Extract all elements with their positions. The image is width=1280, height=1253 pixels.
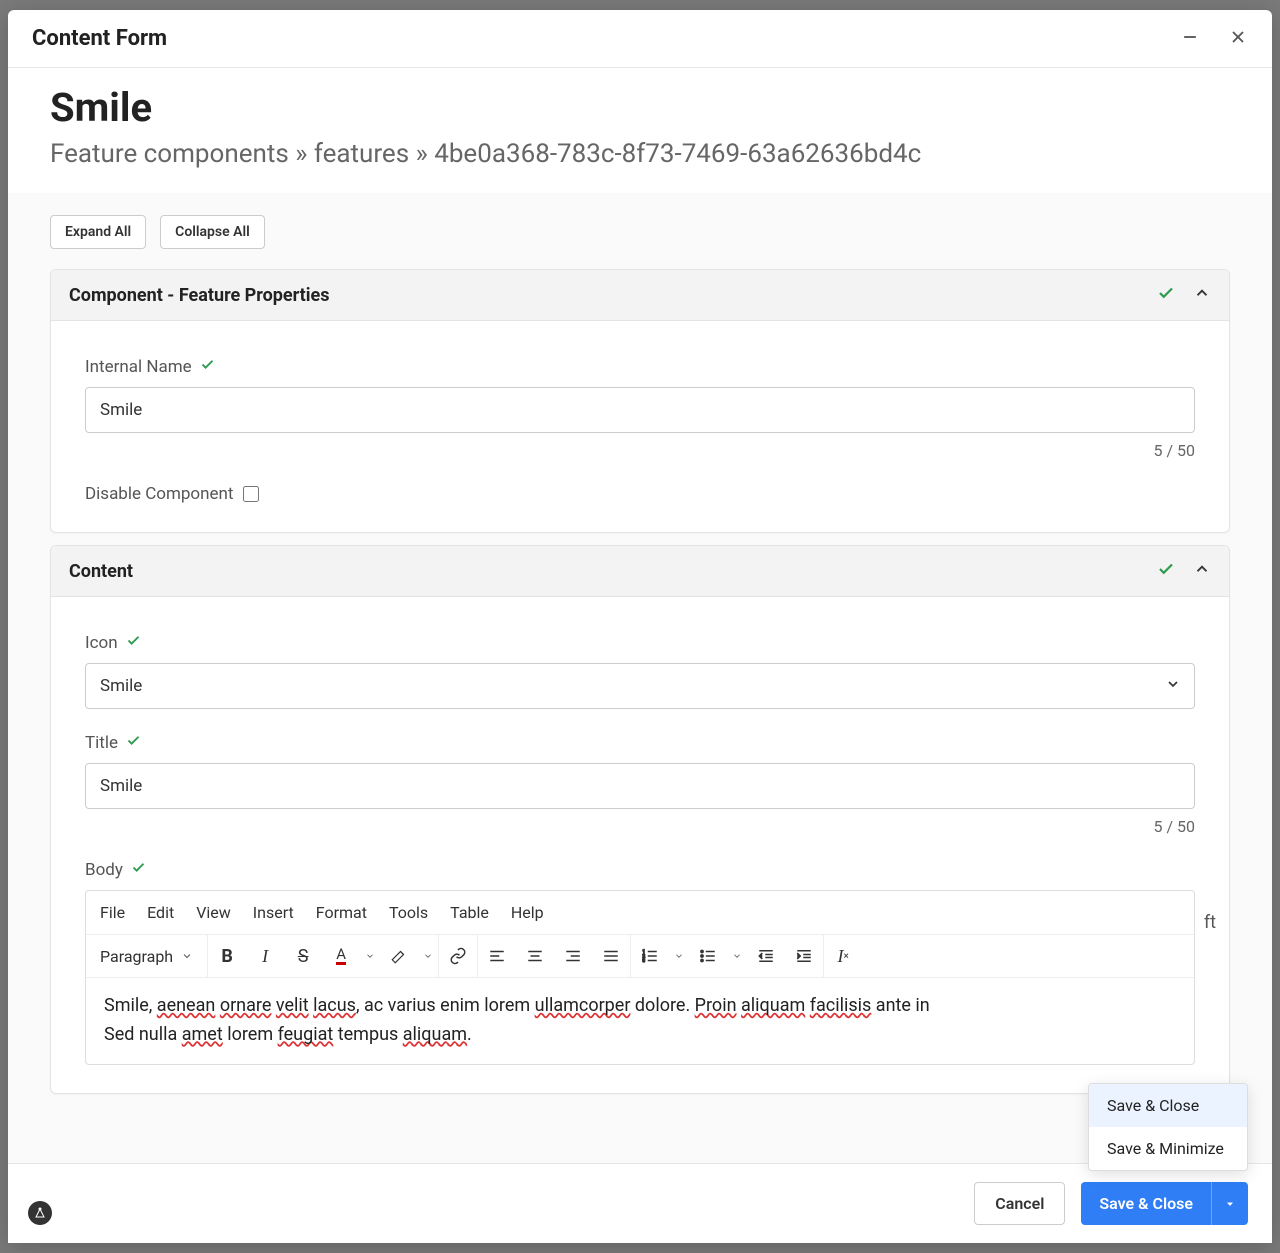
align-right-icon[interactable] (554, 937, 592, 975)
chevron-down-icon[interactable] (727, 937, 747, 975)
clear-formatting-icon[interactable]: I× (824, 937, 862, 975)
breadcrumb: Feature components » features » 4be0a368… (50, 139, 1230, 169)
align-left-icon[interactable] (478, 937, 516, 975)
disable-component-checkbox[interactable] (243, 486, 259, 502)
ft-fragment: ft (1204, 912, 1216, 933)
title-counter: 5 / 50 (85, 817, 1195, 836)
panel-body: Icon Smile Title 5 / 50 (51, 597, 1229, 1093)
menu-help[interactable]: Help (511, 903, 544, 922)
panel-header-content[interactable]: Content (51, 546, 1229, 597)
collapse-all-button[interactable]: Collapse All (160, 215, 265, 249)
expand-collapse-controls: Expand All Collapse All (50, 215, 1230, 249)
internal-name-input[interactable] (85, 387, 1195, 433)
panel-body: Internal Name 5 / 50 Disable Component (51, 321, 1229, 532)
info-icon[interactable] (28, 1201, 52, 1225)
modal-title: Content Form (32, 26, 167, 51)
svg-text:3: 3 (643, 958, 646, 964)
ordered-list-icon[interactable]: 123 (631, 937, 669, 975)
chevron-up-icon[interactable] (1193, 560, 1211, 582)
title-label: Title (85, 733, 1195, 753)
panel-title: Component - Feature Properties (69, 285, 329, 306)
minimize-icon[interactable] (1180, 27, 1200, 51)
check-icon (1157, 284, 1175, 306)
bold-icon[interactable]: B (208, 937, 246, 975)
text-color-icon[interactable]: A (322, 937, 360, 975)
icon-label: Icon (85, 633, 1195, 653)
check-icon (200, 357, 215, 377)
expand-all-button[interactable]: Expand All (50, 215, 146, 249)
highlight-icon[interactable] (380, 937, 418, 975)
chevron-down-icon[interactable] (418, 937, 438, 975)
page-title: Smile (50, 84, 1230, 131)
panel-content: Content Icon Smile (50, 545, 1230, 1094)
indent-icon[interactable] (785, 937, 823, 975)
menu-tools[interactable]: Tools (389, 903, 428, 922)
menu-view[interactable]: View (196, 903, 231, 922)
panel-header-properties[interactable]: Component - Feature Properties (51, 270, 1229, 321)
save-dropdown-menu: Save & Close Save & Minimize (1088, 1083, 1248, 1171)
close-icon[interactable] (1228, 27, 1248, 51)
save-close-button[interactable]: Save & Close (1081, 1182, 1211, 1225)
content-area[interactable]: Expand All Collapse All Component - Feat… (8, 193, 1272, 1163)
strikethrough-icon[interactable]: S (284, 937, 322, 975)
align-center-icon[interactable] (516, 937, 554, 975)
italic-icon[interactable]: I (246, 937, 284, 975)
body-label: Body (85, 860, 1195, 880)
editor-menubar: File Edit View Insert Format Tools Table… (86, 891, 1194, 935)
menu-format[interactable]: Format (316, 903, 367, 922)
align-justify-icon[interactable] (592, 937, 630, 975)
rich-text-editor: File Edit View Insert Format Tools Table… (85, 890, 1195, 1065)
chevron-down-icon (181, 950, 193, 962)
disable-component-row: Disable Component (85, 484, 1195, 504)
check-icon (126, 633, 141, 653)
save-close-split-button: Save & Close (1081, 1182, 1248, 1225)
menu-insert[interactable]: Insert (253, 903, 294, 922)
dropdown-save-close[interactable]: Save & Close (1089, 1084, 1247, 1127)
disable-component-label: Disable Component (85, 484, 233, 504)
panel-title: Content (69, 561, 133, 582)
outdent-icon[interactable] (747, 937, 785, 975)
internal-name-counter: 5 / 50 (85, 441, 1195, 460)
link-icon[interactable] (439, 937, 477, 975)
content-form-modal: Content Form Smile Feature components » … (8, 10, 1272, 1243)
check-icon (126, 733, 141, 753)
menu-edit[interactable]: Edit (147, 903, 174, 922)
internal-name-label: Internal Name (85, 357, 1195, 377)
editor-body[interactable]: Smile, aenean ornare velit lacus, ac var… (86, 978, 1194, 1064)
check-icon (1157, 560, 1175, 582)
chevron-down-icon[interactable] (669, 937, 689, 975)
cancel-button[interactable]: Cancel (974, 1182, 1065, 1225)
modal-header: Content Form (8, 10, 1272, 68)
menu-file[interactable]: File (100, 903, 125, 922)
check-icon (131, 860, 146, 880)
icon-select[interactable]: Smile (85, 663, 1195, 709)
menu-table[interactable]: Table (450, 903, 489, 922)
chevron-down-icon[interactable] (360, 937, 380, 975)
chevron-up-icon[interactable] (1193, 284, 1211, 306)
title-input[interactable] (85, 763, 1195, 809)
save-dropdown-toggle[interactable] (1211, 1182, 1248, 1225)
block-format-select[interactable]: Paragraph (86, 935, 207, 977)
modal-footer: Cancel Save & Close Save & Close Save & … (8, 1163, 1272, 1243)
window-controls (1180, 27, 1248, 51)
panel-feature-properties: Component - Feature Properties Internal … (50, 269, 1230, 533)
page-heading: Smile Feature components » features » 4b… (8, 68, 1272, 193)
dropdown-save-minimize[interactable]: Save & Minimize (1089, 1127, 1247, 1170)
editor-toolbar: Paragraph B I S A (86, 935, 1194, 978)
unordered-list-icon[interactable] (689, 937, 727, 975)
